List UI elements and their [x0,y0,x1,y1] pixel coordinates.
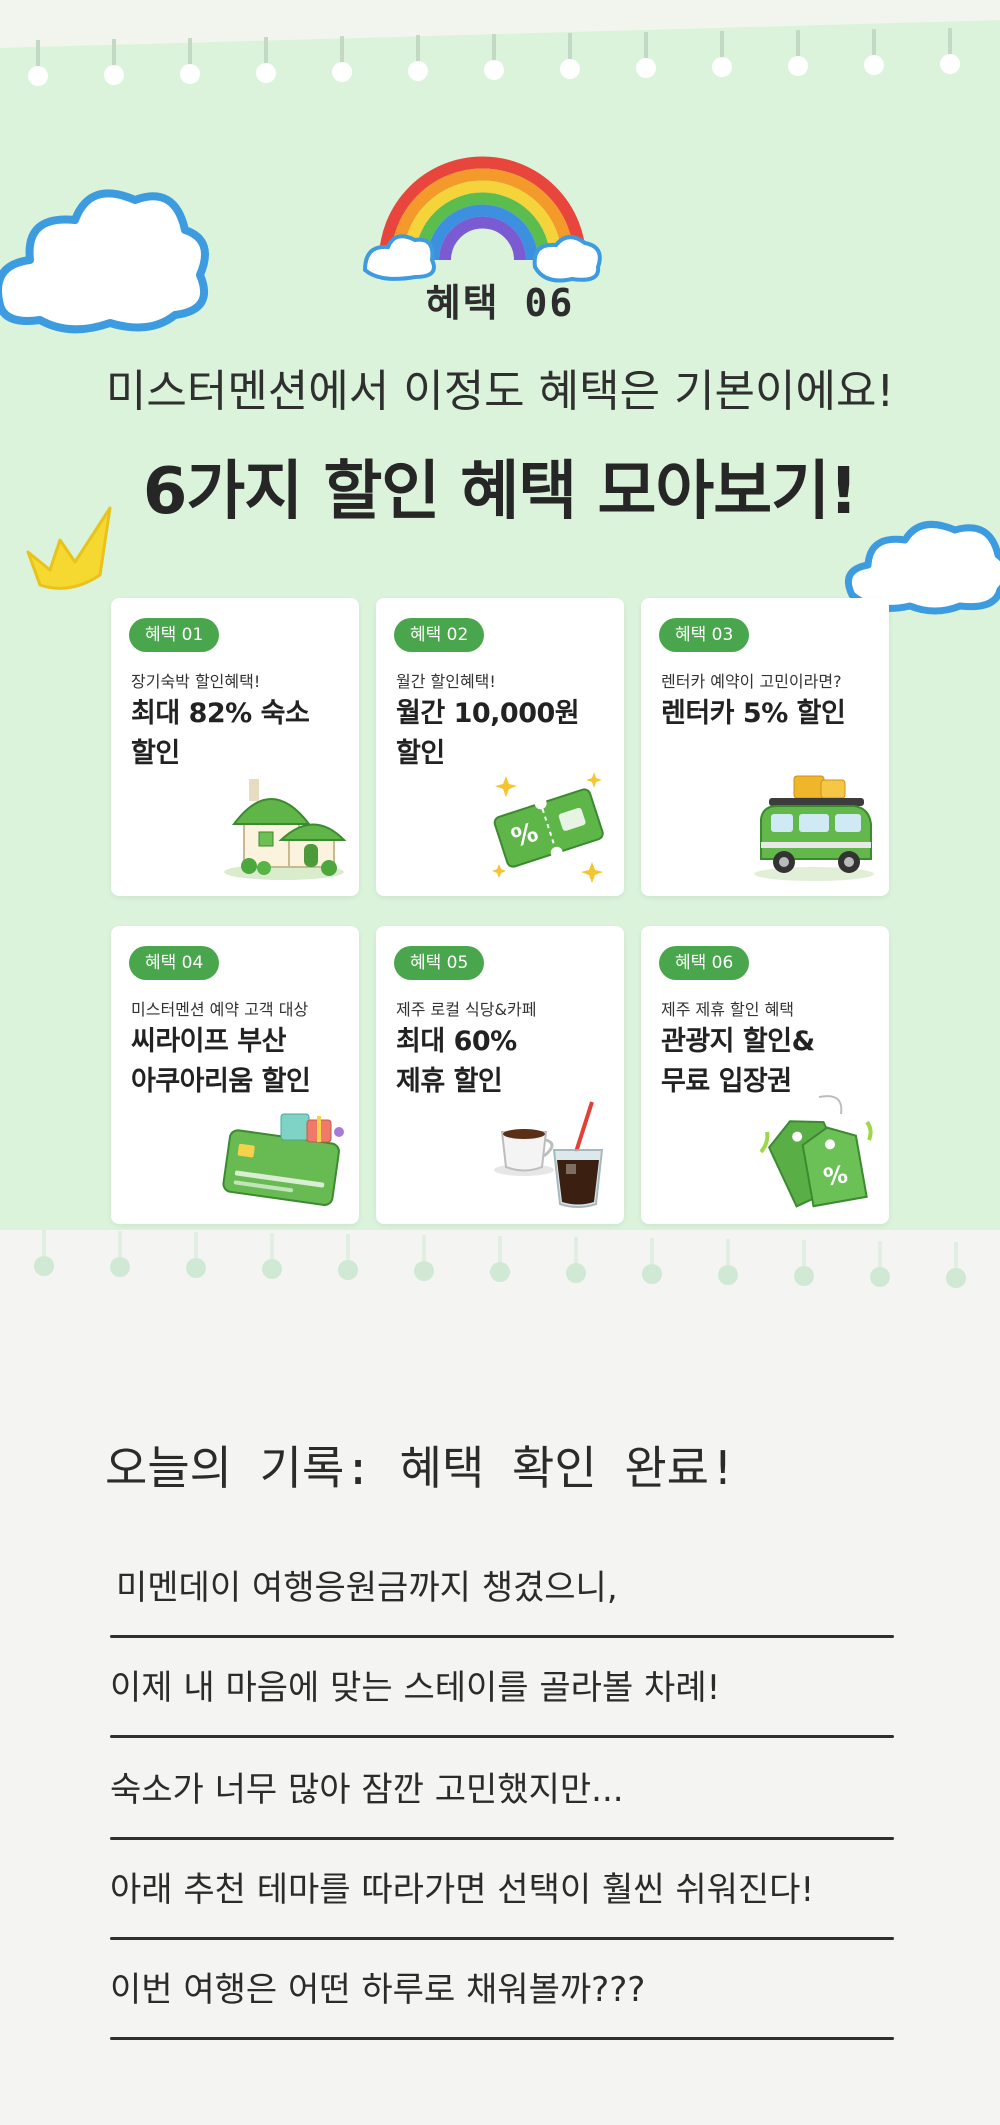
pin-decoration [104,39,124,85]
journal-title: 오늘의 기록: 혜택 확인 완료! [105,1441,737,1495]
pin-decoration [34,1230,54,1276]
card-gift-icon [222,1113,344,1206]
page-subtitle: 미스터멘션에서 이정도 혜택은 기본이에요! [105,366,895,417]
rainbow-icon [362,156,602,283]
pin-decoration [946,1242,966,1288]
pin-decoration [110,1231,130,1277]
benefit-desc: 미스터멘션 예약 고객 대상 [131,1000,309,1019]
benefit-tag: 혜택 02 [394,618,485,652]
journal-line-text: 아래 추천 테마를 따라가면 선택이 훨씬 쉬워진다! [110,1870,815,1910]
journal-line-text: 이제 내 마음에 맞는 스테이를 골라볼 차례! [110,1668,721,1708]
pin-decoration [414,1235,434,1281]
pin-decoration [642,1238,662,1284]
benefit-title: 관광지 할인& 무료 입장권 [661,1022,881,1102]
pin-decoration [864,29,884,75]
benefit-title-line: 렌터카 5% 할인 [661,698,846,729]
notebook-holes-top [0,28,1000,86]
benefit-card-04[interactable]: 혜택 04 미스터멘션 예약 고객 대상 씨라이프 부산 아쿠아리움 할인 [111,926,359,1224]
benefit-title: 씨라이프 부산 아쿠아리움 할인 [131,1022,351,1102]
benefit-tag: 혜택 06 [659,946,750,980]
pin-decoration [794,1240,814,1286]
coffee-icon [494,1101,604,1208]
pin-decoration [28,40,48,86]
benefit-desc: 제주 로컬 식당&카페 [396,1000,537,1019]
pin-decoration [490,1236,510,1282]
benefit-desc: 월간 할인혜택! [396,672,496,691]
benefit-tag: 혜택 01 [129,618,220,652]
svg-text:%: % [821,1160,850,1192]
pin-decoration [262,1233,282,1279]
journal-rule [110,1635,894,1638]
benefit-desc: 렌터카 예약이 고민이라면? [661,672,842,691]
pin-decoration [718,1239,738,1285]
benefit-tag: 혜택 05 [394,946,485,980]
benefit-desc: 장기숙박 할인혜택! [131,672,261,691]
pin-decoration [788,30,808,76]
benefit-title: 월간 10,000원 할인 [396,694,616,774]
journal-rule [110,1735,894,1738]
benefit-title-line: 월간 10,000원 [396,698,580,729]
pin-decoration [186,1232,206,1278]
journal-line-text: 숙소가 너무 많아 잠깐 고민했지만... [110,1770,624,1810]
journal-line-text: 이번 여행은 어떤 하루로 채워볼까??? [110,1970,646,2010]
benefit-title-line: 최대 82% 숙소 [131,698,310,729]
benefit-title-line: 관광지 할인& [661,1026,815,1057]
pin-decoration [332,36,352,82]
benefit-card-06[interactable]: 혜택 06 제주 제휴 할인 혜택 관광지 할인& 무료 입장권 % [641,926,889,1224]
benefit-title: 렌터카 5% 할인 [661,694,881,734]
benefit-tag: 혜택 03 [659,618,750,652]
journal-rule [110,2037,894,2040]
benefit-title-line: 최대 60% [396,1026,517,1057]
benefit-title-line: 씨라이프 부산 [131,1026,286,1057]
pin-decoration [566,1237,586,1283]
benefit-title: 최대 60% 제휴 할인 [396,1022,616,1102]
benefit-grid: 혜택 01 장기숙박 할인혜택! 최대 82% 숙소 할인 혜택 02 월간 할… [111,598,889,1224]
page-headline: 6가지 할인 혜택 모아보기! [142,455,858,529]
benefit-title: 최대 82% 숙소 할인 [131,694,351,774]
pin-decoration [940,28,960,74]
benefit-card-02[interactable]: 혜택 02 월간 할인혜택! 월간 10,000원 할인 % [376,598,624,896]
pin-decoration [484,34,504,80]
car-icon [754,775,874,881]
pin-decoration [870,1241,890,1287]
pin-decoration [338,1234,358,1280]
benefit-desc: 제주 제휴 할인 혜택 [661,1000,795,1019]
pin-decoration [560,33,580,79]
journal-rule [110,1837,894,1840]
benefit-card-01[interactable]: 혜택 01 장기숙박 할인혜택! 최대 82% 숙소 할인 [111,598,359,896]
house-icon [224,779,347,880]
journal-rule [110,1937,894,1940]
benefit-card-03[interactable]: 혜택 03 렌터카 예약이 고민이라면? 렌터카 5% 할인 [641,598,889,896]
pin-decoration [408,35,428,81]
journal-line-text: 미멘데이 여행응원금까지 챙겼으니, [116,1568,618,1608]
coupon-icon: % [492,772,604,883]
pin-decoration [180,38,200,84]
pin-decoration [256,37,276,83]
benefit-tag: 혜택 04 [129,946,220,980]
benefit-card-05[interactable]: 혜택 05 제주 로컬 식당&카페 최대 60% 제휴 할인 [376,926,624,1224]
pin-decoration [712,31,732,77]
pin-decoration [636,32,656,78]
price-tag-icon: % [759,1095,873,1208]
benefit-badge-title: 혜택 06 [425,281,575,325]
